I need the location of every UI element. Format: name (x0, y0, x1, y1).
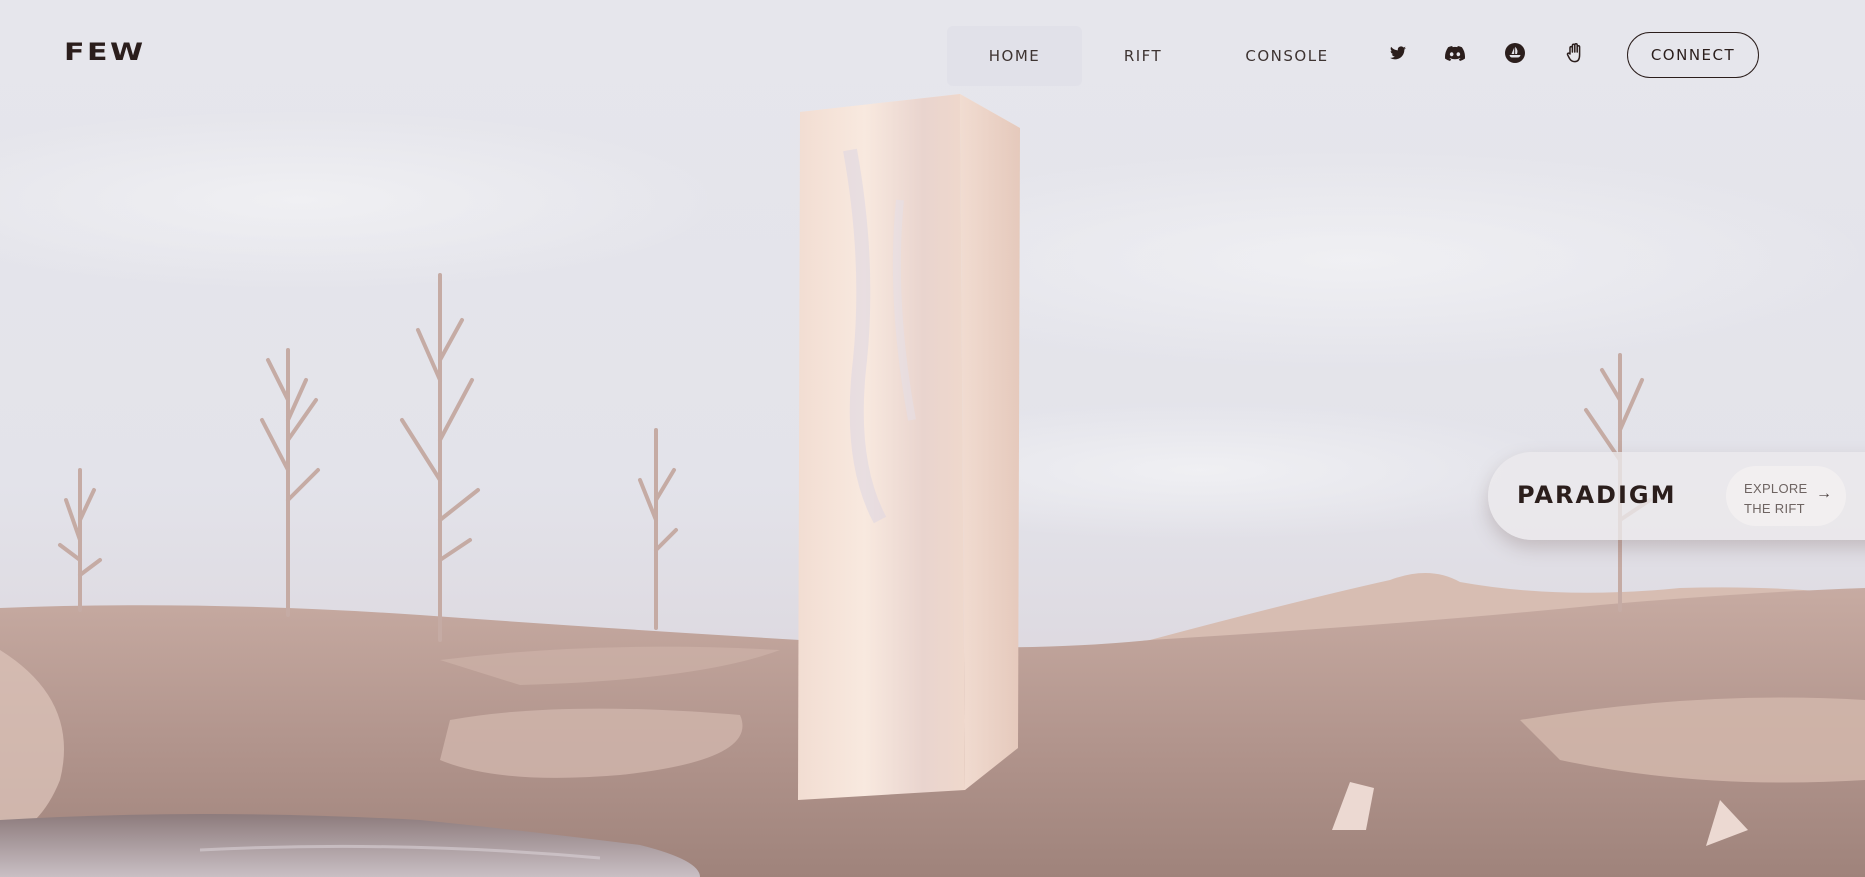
hero-scene (0, 0, 1865, 877)
connect-button[interactable]: CONNECT (1627, 32, 1759, 78)
explore-label-line-2: THE RIFT (1744, 501, 1805, 516)
paradigm-card: PARADIGM EXPLORE THE RIFT → (1488, 452, 1865, 540)
opensea-icon[interactable] (1504, 42, 1526, 64)
nav-link-rift[interactable]: RIFT (1098, 26, 1188, 86)
paradigm-title: PARADIGM (1517, 481, 1677, 509)
explore-label-line-1: EXPLORE (1744, 481, 1808, 496)
nav-link-console[interactable]: CONSOLE (1226, 26, 1348, 86)
top-navigation: FEW HOME RIFT CONSOLE CONNECT (0, 0, 1865, 110)
landscape-illustration (0, 0, 1865, 877)
explore-the-rift-button[interactable]: EXPLORE THE RIFT → (1726, 466, 1846, 526)
brand-logo[interactable]: FEW (64, 38, 146, 66)
nav-link-home[interactable]: HOME (947, 26, 1082, 86)
arrow-right-icon: → (1816, 485, 1832, 502)
discord-icon[interactable] (1444, 42, 1466, 64)
twitter-icon[interactable] (1387, 42, 1409, 64)
hand-icon[interactable] (1564, 42, 1586, 64)
explore-label: EXPLORE THE RIFT (1744, 479, 1814, 519)
